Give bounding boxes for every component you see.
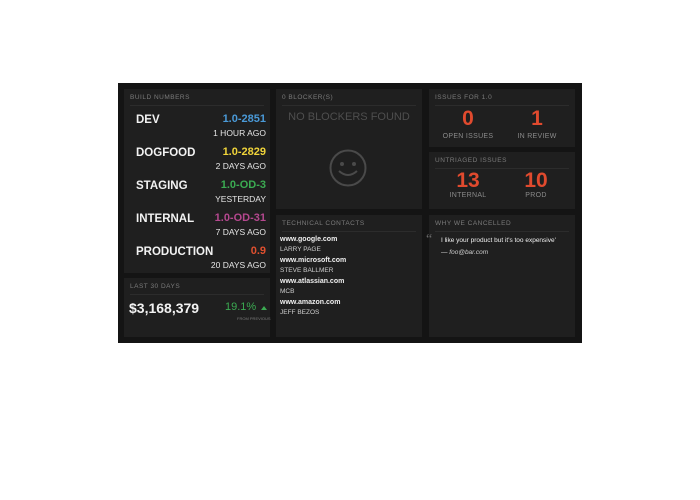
untriaged-internal-count: 13 bbox=[456, 169, 480, 192]
contact-site[interactable]: www.amazon.com bbox=[280, 299, 340, 306]
change-caption: FROM PREVIOUS bbox=[237, 316, 271, 321]
title-divider bbox=[130, 294, 264, 295]
issues-widget: ISSUES FOR 1.0 0 OPEN ISSUES 1 IN REVIEW bbox=[429, 89, 575, 147]
open-issues-label: OPEN ISSUES bbox=[442, 133, 494, 140]
last-30-days-widget: LAST 30 DAYS $3,168,379 19.1% FROM PREVI… bbox=[124, 278, 271, 337]
build-time: 20 DAYS AGO bbox=[210, 260, 266, 270]
build-row-dev: DEV 1.0-2851 1 HOUR AGO bbox=[124, 111, 270, 141]
title-divider bbox=[435, 231, 569, 232]
build-name: INTERNAL bbox=[136, 213, 195, 225]
dashboard: BUILD NUMBERS DEV 1.0-2851 1 HOUR AGO DO… bbox=[118, 83, 582, 343]
build-time: 2 DAYS AGO bbox=[215, 161, 266, 171]
build-time: YESTERDAY bbox=[215, 194, 266, 204]
widget-title: TECHNICAL CONTACTS bbox=[282, 220, 365, 227]
contact-name: MCB bbox=[280, 288, 295, 295]
title-divider bbox=[282, 231, 416, 232]
technical-contacts-widget: TECHNICAL CONTACTS www.google.com LARRY … bbox=[276, 215, 422, 337]
revenue-change: 19.1% bbox=[225, 301, 257, 313]
build-version: 1.0-OD-31 bbox=[214, 212, 266, 224]
widget-title: 0 BLOCKER(S) bbox=[282, 94, 334, 101]
in-review-count: 1 bbox=[531, 107, 543, 130]
trend-up-icon bbox=[261, 306, 267, 310]
revenue-amount: $3,168,379 bbox=[129, 300, 200, 316]
contact-site[interactable]: www.microsoft.com bbox=[280, 257, 346, 264]
build-row-internal: INTERNAL 1.0-OD-31 7 DAYS AGO bbox=[124, 210, 270, 240]
quote-mark-icon: “ bbox=[426, 232, 433, 247]
title-divider bbox=[282, 105, 416, 106]
widget-title: WHY WE CANCELLED bbox=[435, 220, 512, 227]
build-numbers-widget: BUILD NUMBERS DEV 1.0-2851 1 HOUR AGO DO… bbox=[124, 89, 270, 273]
untriaged-prod-count: 10 bbox=[524, 169, 548, 192]
widget-title: UNTRIAGED ISSUES bbox=[435, 157, 507, 164]
widget-title: ISSUES FOR 1.0 bbox=[435, 94, 493, 101]
widget-title: BUILD NUMBERS bbox=[130, 94, 190, 101]
contact-site[interactable]: www.atlassian.com bbox=[280, 278, 344, 285]
contact-name: LARRY PAGE bbox=[280, 246, 321, 253]
untriaged-issues-widget: UNTRIAGED ISSUES 13 INTERNAL 10 PROD bbox=[429, 152, 575, 209]
contact-site[interactable]: www.google.com bbox=[280, 236, 337, 243]
smiley-icon bbox=[328, 148, 368, 188]
widget-title: LAST 30 DAYS bbox=[130, 283, 181, 290]
build-name: DOGFOOD bbox=[136, 147, 196, 159]
title-divider bbox=[435, 105, 569, 106]
build-version: 1.0-2851 bbox=[222, 113, 266, 125]
quote-author: — foo@bar.com bbox=[441, 249, 489, 256]
contact-name: JEFF BEZOS bbox=[280, 309, 320, 316]
build-version: 1.0-OD-3 bbox=[220, 179, 266, 191]
build-row-staging: STAGING 1.0-OD-3 YESTERDAY bbox=[124, 177, 270, 207]
contact-name: STEVE BALLMER bbox=[280, 267, 334, 274]
build-version: 0.9 bbox=[250, 245, 266, 257]
untriaged-prod-label: PROD bbox=[525, 192, 547, 199]
why-cancelled-widget: WHY WE CANCELLED “ I like your product b… bbox=[426, 215, 575, 337]
build-time: 7 DAYS AGO bbox=[215, 227, 266, 237]
quote-text: I like your product but it's too expensi… bbox=[441, 237, 556, 244]
build-version: 1.0-2829 bbox=[222, 146, 266, 158]
open-issues-count: 0 bbox=[462, 107, 474, 130]
build-row-dogfood: DOGFOOD 1.0-2829 2 DAYS AGO bbox=[124, 144, 270, 174]
build-name: STAGING bbox=[136, 180, 188, 192]
build-row-production: PRODUCTION 0.9 20 DAYS AGO bbox=[124, 243, 270, 273]
in-review-label: IN REVIEW bbox=[517, 133, 557, 140]
build-time: 1 HOUR AGO bbox=[213, 128, 266, 138]
title-divider bbox=[130, 105, 264, 106]
build-name: DEV bbox=[136, 114, 160, 126]
no-blockers-message: NO BLOCKERS FOUND bbox=[288, 111, 410, 123]
build-name: PRODUCTION bbox=[136, 246, 214, 258]
blockers-widget: 0 BLOCKER(S) NO BLOCKERS FOUND bbox=[276, 89, 422, 209]
